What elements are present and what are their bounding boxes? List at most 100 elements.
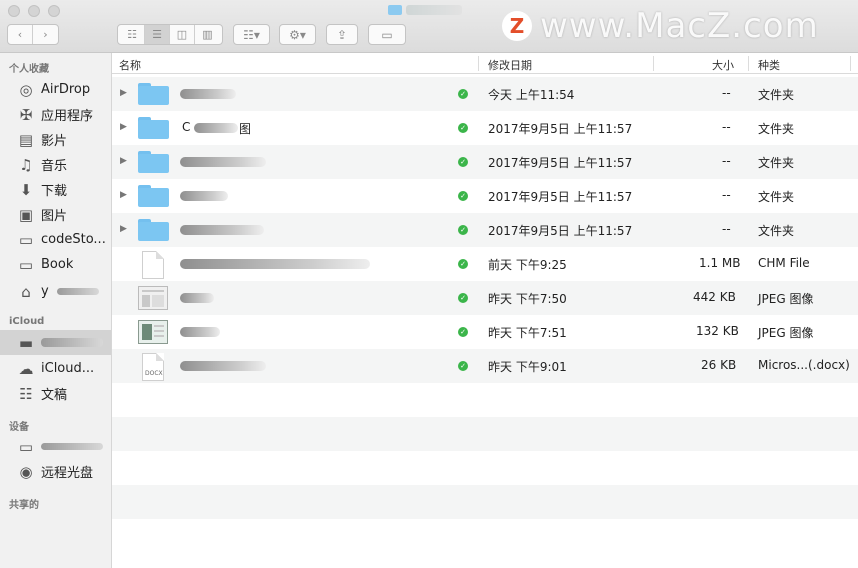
file-date: 2017年9月5日 上午11:57 xyxy=(488,122,633,136)
close-button[interactable] xyxy=(8,5,20,17)
empty-row xyxy=(112,417,858,451)
disclosure-triangle-icon[interactable]: ▶ xyxy=(120,88,127,98)
column-kind[interactable]: 种类 xyxy=(758,57,780,73)
synced-check-icon: ✓ xyxy=(458,89,468,99)
table-row[interactable]: ▶ ✓ 2017年9月5日 上午11:57 -- 文件夹 xyxy=(112,145,858,179)
file-date: 2017年9月5日 上午11:57 xyxy=(488,156,633,170)
empty-row xyxy=(112,451,858,485)
sidebar-item-label: y xyxy=(41,284,49,299)
sidebar-item-pictures[interactable]: ▣ 图片 xyxy=(0,202,111,227)
minimize-button[interactable] xyxy=(28,5,40,17)
empty-row xyxy=(112,519,858,553)
table-row[interactable]: ▶ ✓ 2017年9月5日 上午11:57 -- 文件夹 xyxy=(112,213,858,247)
synced-check-icon: ✓ xyxy=(458,327,468,337)
sidebar-item-codestore[interactable]: ▭ codeSto... xyxy=(0,227,111,252)
watermark: Z www.MacZ.com xyxy=(502,6,819,46)
gear-icon: ⚙▾ xyxy=(289,27,306,42)
sidebar-item-documents[interactable]: ☷ 文稿 xyxy=(0,381,111,406)
file-kind: 文件夹 xyxy=(758,156,795,170)
image-thumbnail-icon xyxy=(138,286,168,310)
chevron-right-icon[interactable]: › xyxy=(33,25,58,44)
file-name xyxy=(180,327,220,337)
sidebar-item-airdrop[interactable]: ◎ AirDrop xyxy=(0,77,111,102)
folder-icon xyxy=(138,83,169,105)
sidebar-item-label: Book xyxy=(41,257,74,272)
file-kind: 文件夹 xyxy=(758,122,795,136)
file-name-suffix: 图 xyxy=(239,122,252,136)
sidebar-item-remote-disc[interactable]: ◉ 远程光盘 xyxy=(0,459,111,484)
airdrop-icon: ◎ xyxy=(19,80,33,99)
sidebar-item-home[interactable]: ⌂ y xyxy=(0,279,111,304)
film-icon: ▤ xyxy=(18,130,34,149)
disclosure-triangle-icon[interactable]: ▶ xyxy=(120,122,127,132)
list-view-icon[interactable]: ☰ xyxy=(145,25,170,44)
table-row[interactable]: ▶ ✓ 2017年9月5日 上午11:57 -- 文件夹 xyxy=(112,179,858,213)
tag-button[interactable]: ▭ xyxy=(368,24,406,45)
sidebar-item-label: 影片 xyxy=(41,134,68,149)
sidebar-item-label: 图片 xyxy=(41,209,68,224)
file-kind: Micros...(.docx) xyxy=(758,358,850,372)
synced-check-icon: ✓ xyxy=(458,259,468,269)
table-row[interactable]: ✓ 前天 下午9:25 1.1 MB CHM File xyxy=(112,247,858,281)
disclosure-triangle-icon[interactable]: ▶ xyxy=(120,190,127,200)
synced-check-icon: ✓ xyxy=(458,157,468,167)
file-date: 前天 下午9:25 xyxy=(488,258,567,272)
sidebar-item-label: codeSto... xyxy=(41,232,106,247)
icon-view-icon[interactable]: ☷ xyxy=(120,25,145,44)
folder-icon xyxy=(138,185,169,207)
column-name[interactable]: 名称 xyxy=(119,57,141,73)
document-icon xyxy=(142,251,164,279)
file-name xyxy=(180,89,236,99)
sidebar-header-icloud: iCloud xyxy=(9,316,45,327)
docx-icon-label: DOCX xyxy=(145,370,163,377)
coverflow-view-icon[interactable]: ▥ xyxy=(195,25,220,44)
file-size: -- xyxy=(722,86,731,100)
column-size[interactable]: 大小 xyxy=(712,57,734,73)
sidebar-item-icloud-drive[interactable]: ☁ iCloud... xyxy=(0,356,111,381)
column-view-icon[interactable]: ◫ xyxy=(170,25,195,44)
sidebar-item-device[interactable]: ▭ xyxy=(0,434,111,459)
file-kind: 文件夹 xyxy=(758,88,795,102)
file-kind: JPEG 图像 xyxy=(758,326,814,340)
chevron-left-icon[interactable]: ‹ xyxy=(8,25,33,44)
file-list: 名称 修改日期 大小 种类 ▶ ✓ 今天 上午11:54 -- 文件夹 ▶ C … xyxy=(112,53,858,568)
sidebar-item-music[interactable]: ♫ 音乐 xyxy=(0,152,111,177)
zoom-button[interactable] xyxy=(48,5,60,17)
file-date: 昨天 下午9:01 xyxy=(488,360,567,374)
sidebar: 个人收藏 ◎ AirDrop ✠ 应用程序 ▤ 影片 ♫ 音乐 ⬇ 下载 ▣ 图… xyxy=(0,53,112,568)
synced-check-icon: ✓ xyxy=(458,191,468,201)
share-button[interactable]: ⇪ xyxy=(326,24,358,45)
file-name xyxy=(180,293,214,303)
sidebar-item-applications[interactable]: ✠ 应用程序 xyxy=(0,102,111,127)
folder-icon xyxy=(138,151,169,173)
disclosure-triangle-icon[interactable]: ▶ xyxy=(120,156,127,166)
column-date[interactable]: 修改日期 xyxy=(488,57,532,73)
sidebar-item-movies[interactable]: ▤ 影片 xyxy=(0,127,111,152)
column-header: 名称 修改日期 大小 种类 xyxy=(112,53,858,74)
sidebar-item-downloads[interactable]: ⬇ 下载 xyxy=(0,177,111,202)
folder-icon xyxy=(388,5,402,15)
folder-icon xyxy=(138,117,169,139)
disclosure-triangle-icon[interactable]: ▶ xyxy=(120,224,127,234)
sidebar-item-label: 应用程序 xyxy=(41,109,94,124)
table-row[interactable]: DOCX ✓ 昨天 下午9:01 26 KB Micros...(.docx) xyxy=(112,349,858,383)
synced-check-icon: ✓ xyxy=(458,361,468,371)
tag-icon: ▭ xyxy=(381,27,393,42)
table-row[interactable]: ▶ ✓ 今天 上午11:54 -- 文件夹 xyxy=(112,77,858,111)
arrange-button[interactable]: ☷▾ xyxy=(233,24,270,45)
table-row[interactable]: ✓ 昨天 下午7:51 132 KB JPEG 图像 xyxy=(112,315,858,349)
music-icon: ♫ xyxy=(19,155,33,174)
file-date: 昨天 下午7:50 xyxy=(488,292,567,306)
sidebar-item-book[interactable]: ▭ Book xyxy=(0,252,111,277)
file-size: -- xyxy=(722,154,731,168)
view-mode-control: ☷ ☰ ◫ ▥ xyxy=(117,24,223,45)
table-row[interactable]: ▶ C 图 ✓ 2017年9月5日 上午11:57 -- 文件夹 xyxy=(112,111,858,145)
empty-row xyxy=(112,485,858,519)
sidebar-item-label: 下载 xyxy=(41,184,68,199)
action-button[interactable]: ⚙▾ xyxy=(279,24,316,45)
sidebar-item-icloud-folder[interactable]: ▬ xyxy=(0,330,111,355)
file-kind: 文件夹 xyxy=(758,224,795,238)
table-row[interactable]: ✓ 昨天 下午7:50 442 KB JPEG 图像 xyxy=(112,281,858,315)
toolbar: ‹ › ☷ ☰ ◫ ▥ ☷▾ ⚙▾ ⇪ ▭ Z www.MacZ.com xyxy=(0,0,858,53)
file-name-blur xyxy=(194,123,238,133)
